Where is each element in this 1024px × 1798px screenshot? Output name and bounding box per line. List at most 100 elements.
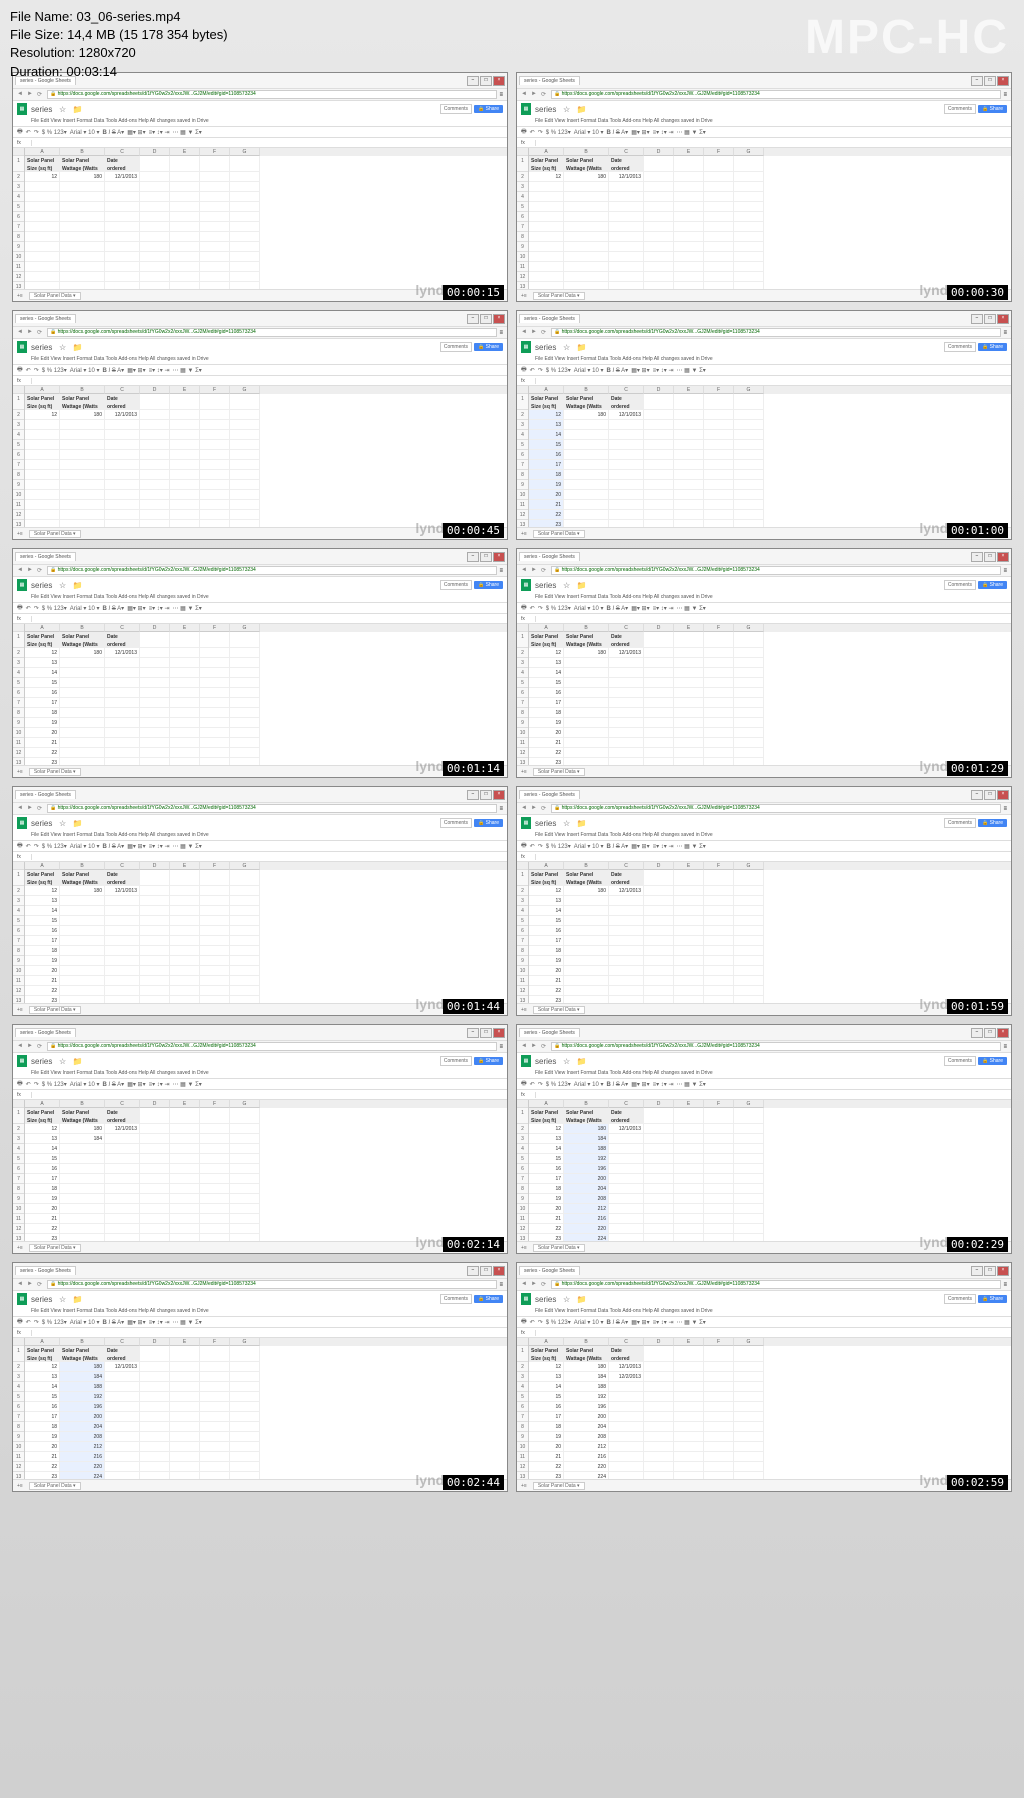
menu-bar[interactable]: File Edit View Insert Format Data Tools …	[13, 355, 507, 364]
menu-bar[interactable]: File Edit View Insert Format Data Tools …	[517, 1069, 1011, 1078]
url-input[interactable]: 🔒 https://docs.google.com/spreadsheets/d…	[551, 328, 1001, 337]
redo-icon[interactable]: ↷	[538, 367, 543, 374]
print-icon[interactable]: 🖶	[17, 127, 23, 137]
close-button[interactable]: ×	[997, 790, 1009, 800]
menu-bar[interactable]: File Edit View Insert Format Data Tools …	[13, 831, 507, 840]
url-input[interactable]: 🔒 https://docs.google.com/spreadsheets/d…	[47, 1042, 497, 1051]
maximize-button[interactable]: □	[984, 1266, 996, 1276]
reload-icon[interactable]: ⟳	[541, 1043, 549, 1051]
sheet-tab[interactable]: Solar Panel Data ▾	[533, 768, 585, 776]
browser-tab[interactable]: series - Google Sheets	[519, 314, 580, 323]
forward-icon[interactable]: ►	[27, 1281, 35, 1289]
spreadsheet-grid[interactable]: 123456789101112131415161718 ABC DEFG Sol…	[517, 624, 1011, 774]
back-icon[interactable]: ◄	[17, 1043, 25, 1051]
toolbar[interactable]: 🖶 ↶ ↷ $ % 123▾ Arial ▾ 10 ▾ B I S A▾ ▦▾ …	[13, 364, 507, 376]
spreadsheet-grid[interactable]: 123456789101112131415161718 ABC DEFG Sol…	[13, 862, 507, 1012]
all-sheets-icon[interactable]: ≡	[524, 293, 527, 299]
name-box[interactable]: fx	[521, 1092, 536, 1098]
back-icon[interactable]: ◄	[17, 91, 25, 99]
share-button[interactable]: 🔒 Share	[978, 343, 1007, 351]
toolbar[interactable]: 🖶 ↶ ↷ $ % 123▾ Arial ▾ 10 ▾ B I S A▾ ▦▾ …	[517, 364, 1011, 376]
spreadsheet-grid[interactable]: 123456789101112131415161718 ABC DEFG Sol…	[13, 148, 507, 298]
menu-bar[interactable]: File Edit View Insert Format Data Tools …	[13, 117, 507, 126]
name-box[interactable]: fx	[17, 378, 32, 384]
menu-bar[interactable]: File Edit View Insert Format Data Tools …	[517, 117, 1011, 126]
redo-icon[interactable]: ↷	[34, 129, 39, 136]
print-icon[interactable]: 🖶	[521, 1079, 527, 1089]
back-icon[interactable]: ◄	[521, 1043, 529, 1051]
name-box[interactable]: fx	[521, 378, 536, 384]
reload-icon[interactable]: ⟳	[37, 1043, 45, 1051]
browser-tab[interactable]: series - Google Sheets	[519, 1028, 580, 1037]
forward-icon[interactable]: ►	[27, 1043, 35, 1051]
document-title[interactable]: series ☆ 📁	[31, 1057, 83, 1066]
menu-icon[interactable]: ≡	[1003, 806, 1007, 812]
back-icon[interactable]: ◄	[521, 329, 529, 337]
forward-icon[interactable]: ►	[27, 805, 35, 813]
back-icon[interactable]: ◄	[17, 805, 25, 813]
undo-icon[interactable]: ↶	[26, 605, 31, 612]
share-button[interactable]: 🔒 Share	[474, 1057, 503, 1065]
redo-icon[interactable]: ↷	[538, 1319, 543, 1326]
share-button[interactable]: 🔒 Share	[978, 1295, 1007, 1303]
forward-icon[interactable]: ►	[531, 91, 539, 99]
formula-bar[interactable]: fx	[517, 138, 1011, 148]
share-button[interactable]: 🔒 Share	[978, 1057, 1007, 1065]
maximize-button[interactable]: □	[984, 314, 996, 324]
all-sheets-icon[interactable]: ≡	[524, 1007, 527, 1013]
all-sheets-icon[interactable]: ≡	[20, 1245, 23, 1251]
reload-icon[interactable]: ⟳	[541, 91, 549, 99]
undo-icon[interactable]: ↶	[26, 1081, 31, 1088]
forward-icon[interactable]: ►	[531, 1281, 539, 1289]
maximize-button[interactable]: □	[480, 552, 492, 562]
undo-icon[interactable]: ↶	[530, 843, 535, 850]
grid-body[interactable]: ABC DEFG Solar Panel Size (sq ft) Solar …	[25, 862, 507, 1012]
undo-icon[interactable]: ↶	[26, 367, 31, 374]
print-icon[interactable]: 🖶	[17, 1079, 23, 1089]
toolbar[interactable]: 🖶 ↶ ↷ $ % 123▾ Arial ▾ 10 ▾ B I S A▾ ▦▾ …	[517, 1078, 1011, 1090]
maximize-button[interactable]: □	[480, 76, 492, 86]
close-button[interactable]: ×	[493, 314, 505, 324]
back-icon[interactable]: ◄	[17, 1281, 25, 1289]
close-button[interactable]: ×	[997, 1028, 1009, 1038]
grid-body[interactable]: ABC DEFG Solar Panel Size (sq ft) Solar …	[25, 1100, 507, 1250]
minimize-button[interactable]: −	[971, 1266, 983, 1276]
browser-tab[interactable]: series - Google Sheets	[15, 1028, 76, 1037]
document-title[interactable]: series ☆ 📁	[535, 343, 587, 352]
formula-bar[interactable]: fx	[13, 614, 507, 624]
undo-icon[interactable]: ↶	[530, 129, 535, 136]
share-button[interactable]: 🔒 Share	[474, 1295, 503, 1303]
comments-button[interactable]: Comments	[944, 104, 976, 114]
name-box[interactable]: fx	[521, 140, 536, 146]
maximize-button[interactable]: □	[984, 1028, 996, 1038]
back-icon[interactable]: ◄	[521, 567, 529, 575]
toolbar[interactable]: 🖶 ↶ ↷ $ % 123▾ Arial ▾ 10 ▾ B I S A▾ ▦▾ …	[13, 840, 507, 852]
menu-icon[interactable]: ≡	[499, 568, 503, 574]
all-sheets-icon[interactable]: ≡	[20, 1483, 23, 1489]
minimize-button[interactable]: −	[971, 790, 983, 800]
print-icon[interactable]: 🖶	[521, 127, 527, 137]
reload-icon[interactable]: ⟳	[37, 329, 45, 337]
comments-button[interactable]: Comments	[944, 342, 976, 352]
minimize-button[interactable]: −	[467, 314, 479, 324]
close-button[interactable]: ×	[493, 1266, 505, 1276]
thumbnail-6[interactable]: series - Google Sheets − □ × ◄ ► ⟳ 🔒 htt…	[12, 786, 508, 1016]
browser-tab[interactable]: series - Google Sheets	[519, 552, 580, 561]
document-title[interactable]: series ☆ 📁	[535, 105, 587, 114]
comments-button[interactable]: Comments	[944, 580, 976, 590]
grid-body[interactable]: ABC DEFG Solar Panel Size (sq ft) Solar …	[25, 624, 507, 774]
undo-icon[interactable]: ↶	[530, 367, 535, 374]
close-button[interactable]: ×	[997, 76, 1009, 86]
name-box[interactable]: fx	[17, 1092, 32, 1098]
back-icon[interactable]: ◄	[17, 329, 25, 337]
menu-icon[interactable]: ≡	[1003, 1282, 1007, 1288]
menu-bar[interactable]: File Edit View Insert Format Data Tools …	[517, 355, 1011, 364]
document-title[interactable]: series ☆ 📁	[31, 819, 83, 828]
menu-icon[interactable]: ≡	[499, 330, 503, 336]
url-input[interactable]: 🔒 https://docs.google.com/spreadsheets/d…	[47, 1280, 497, 1289]
reload-icon[interactable]: ⟳	[541, 329, 549, 337]
close-button[interactable]: ×	[997, 314, 1009, 324]
back-icon[interactable]: ◄	[521, 91, 529, 99]
sheet-tab[interactable]: Solar Panel Data ▾	[533, 1244, 585, 1252]
reload-icon[interactable]: ⟳	[541, 1281, 549, 1289]
